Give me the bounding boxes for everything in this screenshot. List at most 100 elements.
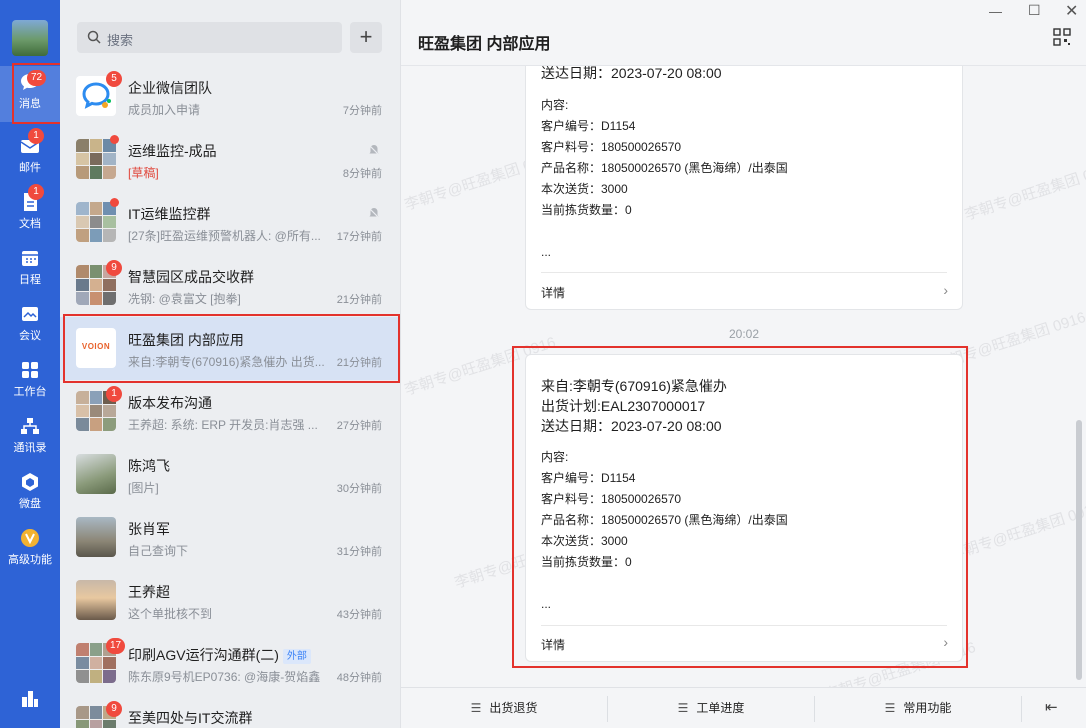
external-tag: 外部	[282, 649, 311, 664]
minimize-icon[interactable]: —	[989, 4, 1002, 19]
unread-badge: 17	[106, 638, 126, 654]
chat-preview: 自己查询下	[128, 544, 189, 558]
card-line: 产品名称：180500026570 (黑色海绵）/出泰国	[541, 161, 788, 175]
avatar	[76, 454, 116, 494]
avatar	[76, 517, 116, 557]
menu-common-functions[interactable]: ☰ 常用功能	[815, 688, 1021, 728]
list-item[interactable]: 1 版本发布沟通 王养超: 系统: ERP 开发员:肖志强 ... 27分钟前	[60, 380, 400, 443]
list-item[interactable]: 王养超 这个单批核不到 43分钟前	[60, 569, 400, 632]
chat-time: 17分钟前	[336, 231, 382, 243]
menu-icon: ☰	[884, 701, 896, 715]
avatar	[76, 139, 116, 179]
chat-name: 张肖军	[128, 521, 170, 537]
menu-workorder-progress[interactable]: ☰ 工单进度	[608, 688, 814, 728]
chat-preview: 冼钢: @袁富文 [抱拳]	[128, 292, 241, 306]
left-rail: 消息 72 邮件 1 文档 1 日程 会议 工作台 通讯录 微盘 高级功能	[0, 0, 67, 728]
close-icon[interactable]: ✕	[1065, 1, 1078, 21]
message-card: 送达日期：2023-07-20 08:00 内容: 客户编号：D1154 客户料…	[525, 30, 963, 310]
highlight-box	[512, 346, 968, 668]
card-line: 本次送货：3000	[541, 182, 628, 196]
maximize-icon[interactable]: ☐	[1028, 2, 1041, 19]
card-line: 客户料号：180500026570	[541, 140, 682, 154]
rail-label: 日程	[19, 274, 41, 286]
chat-name: 运维监控-成品	[128, 143, 217, 159]
chat-header: 旺盈集团 内部应用 — ☐ ✕	[401, 0, 1086, 66]
rail-label: 会议	[19, 330, 41, 342]
menu-label: 出货退货	[489, 701, 538, 715]
unread-badge: 1	[28, 128, 44, 144]
rail-item-drive[interactable]: 微盘	[0, 466, 60, 522]
chevron-right-icon[interactable]: ›	[943, 282, 948, 298]
org-chart-icon	[21, 418, 39, 434]
rail-item-docs[interactable]: 文档 1	[0, 184, 60, 242]
conversation-list: 搜索 + 5 企业微信团队 成员加入申请 7分钟前 运维监控-成品 [草稿] 8…	[60, 0, 400, 728]
menu-label: 工单进度	[696, 701, 745, 715]
list-item[interactable]: 张肖军 自己查询下 31分钟前	[60, 506, 400, 569]
add-button[interactable]: +	[350, 22, 382, 53]
chat-name-text: 印刷AGV运行沟通群(二)	[128, 647, 279, 663]
delivery-date: 送达日期：2023-07-20 08:00	[541, 65, 722, 81]
list-item[interactable]: 9 智慧园区成品交收群 冼钢: @袁富文 [抱拳] 21分钟前	[60, 254, 400, 317]
keyboard-toggle-icon[interactable]: ⇤	[1045, 698, 1058, 716]
rail-item-mail[interactable]: 邮件 1	[0, 128, 60, 186]
unread-badge: 9	[106, 260, 122, 276]
chat-time: 27分钟前	[336, 420, 382, 432]
chat-name: 智慧园区成品交收群	[128, 269, 254, 285]
avatar[interactable]	[12, 20, 48, 56]
rail-label: 通讯录	[13, 442, 47, 454]
unread-dot	[110, 198, 119, 207]
mute-bell-icon	[368, 207, 380, 219]
vip-icon	[21, 529, 39, 547]
chat-time: 30分钟前	[336, 483, 382, 495]
chat-time: 21分钟前	[336, 294, 382, 306]
card-ellipsis: ...	[541, 245, 552, 259]
rail-label: 工作台	[13, 386, 47, 398]
search-placeholder: 搜索	[107, 33, 134, 48]
chat-preview: [草稿]	[128, 164, 328, 181]
chat-preview: [图片]	[128, 481, 159, 495]
avatar	[76, 580, 116, 620]
grid-icon	[22, 362, 38, 378]
bottom-menu: ☰ 出货退货 ☰ 工单进度 ☰ 常用功能 ⇤	[401, 687, 1086, 728]
chat-preview: 陈东原9号机EP0736: @海康-贺焰鑫	[128, 670, 321, 684]
chat-name: 版本发布沟通	[128, 395, 212, 411]
unread-badge: 5	[106, 71, 122, 87]
chat-time: 7分钟前	[342, 105, 382, 117]
divider	[541, 272, 947, 273]
rail-item-workbench[interactable]: 工作台	[0, 354, 60, 410]
rail-item-advanced[interactable]: 高级功能	[0, 522, 60, 578]
rail-label: 邮件	[19, 162, 41, 174]
list-item[interactable]: IT运维监控群 [27条]旺盈运维预警机器人: @所有... 17分钟前	[60, 191, 400, 254]
avatar	[76, 202, 116, 242]
list-item[interactable]: 5 企业微信团队 成员加入申请 7分钟前	[60, 65, 400, 128]
menu-icon: ☰	[470, 701, 482, 715]
rail-item-meeting[interactable]: 会议	[0, 298, 60, 354]
list-item[interactable]: 17 印刷AGV运行沟通群(二) 外部 陈东原9号机EP0736: @海康-贺焰鑫…	[60, 632, 400, 695]
chat-preview: 这个单批核不到	[128, 607, 213, 621]
list-item[interactable]: 陈鸿飞 [图片] 30分钟前	[60, 443, 400, 506]
rail-item-calendar[interactable]: 日程	[0, 242, 60, 298]
app-grid-icon[interactable]	[1053, 28, 1071, 46]
rail-item-contacts[interactable]: 通讯录	[0, 410, 60, 466]
divider	[1021, 696, 1022, 722]
chat-panel: 李朝专@旺盈集团 0916 李朝专@旺盈集团 0916 李朝专@旺盈集团 091…	[400, 0, 1086, 728]
meeting-icon	[22, 307, 38, 321]
card-line: 客户编号：D1154	[541, 119, 636, 133]
menu-label: 常用功能	[903, 701, 952, 715]
chat-name: 至美四处与IT交流群	[128, 710, 253, 726]
details-link[interactable]: 详情	[541, 284, 565, 301]
menu-shipping-return[interactable]: ☰ 出货退货	[401, 688, 607, 728]
scrollbar[interactable]	[1076, 420, 1082, 680]
collapse-icon[interactable]	[20, 688, 40, 708]
chat-name: 王养超	[128, 584, 170, 600]
chat-name: 印刷AGV运行沟通群(二) 外部	[128, 645, 311, 665]
list-item[interactable]: 运维监控-成品 [草稿] 8分钟前	[60, 128, 400, 191]
chat-time: 31分钟前	[336, 546, 382, 558]
chat-time: 8分钟前	[342, 168, 382, 180]
chat-title: 旺盈集团 内部应用	[418, 36, 551, 53]
list-item[interactable]: 9 至美四处与IT交流群	[60, 695, 400, 728]
unread-badge: 9	[106, 701, 122, 717]
chat-name: 陈鸿飞	[128, 458, 170, 474]
search-input[interactable]: 搜索	[77, 22, 342, 53]
unread-badge: 1	[106, 386, 122, 402]
